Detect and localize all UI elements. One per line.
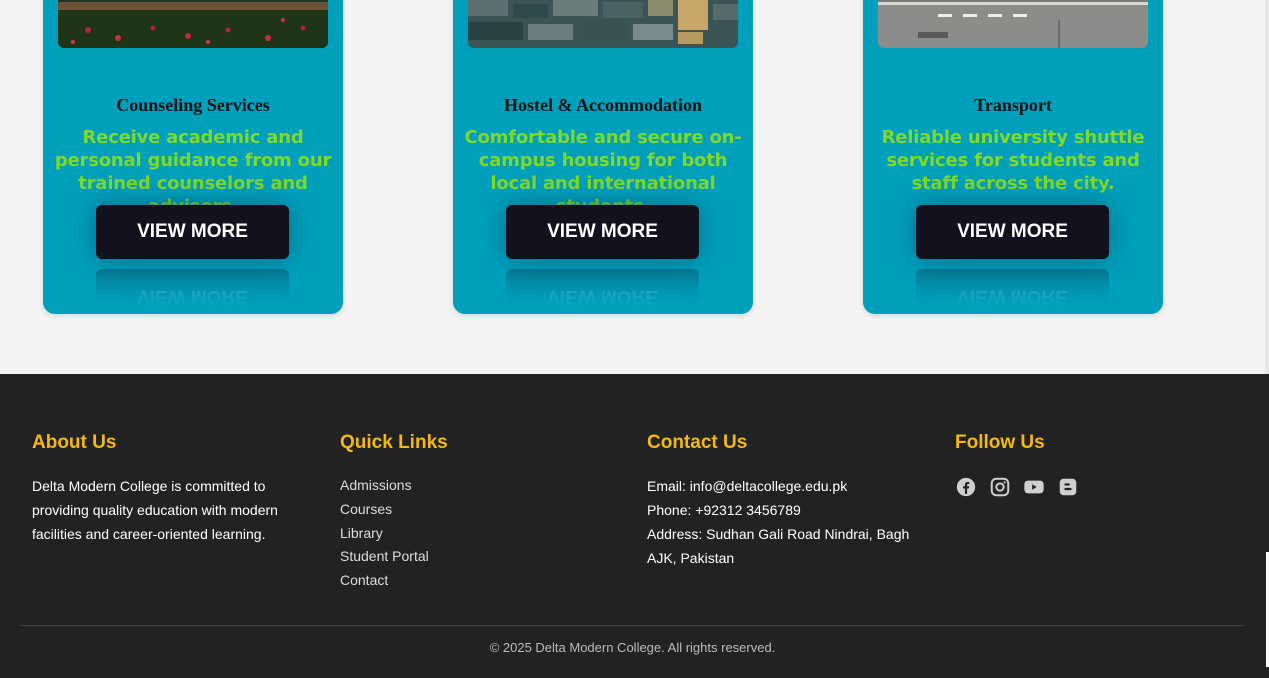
about-text: Delta Modern College is committed to pro… xyxy=(32,478,278,542)
button-reflection: VIEW MORE xyxy=(916,269,1109,314)
footer-heading-quick-links: Quick Links xyxy=(340,432,448,453)
services-section: Counseling Services Receive academic and… xyxy=(0,0,1265,374)
card-image-garden xyxy=(58,0,328,48)
contact-email: Email: info@deltacollege.edu.pk xyxy=(647,478,848,494)
footer-heading-contact: Contact Us xyxy=(647,432,748,453)
footer-heading-follow: Follow Us xyxy=(955,432,1045,453)
social-icons xyxy=(955,476,1215,498)
copyright-text: © 2025 Delta Modern College. All rights … xyxy=(489,640,776,655)
card-description: Reliable university shuttle services for… xyxy=(881,127,1145,194)
footer-link-library[interactable]: Library xyxy=(340,522,600,546)
facebook-icon[interactable] xyxy=(955,476,977,498)
view-more-button[interactable]: VIEW MORE xyxy=(916,205,1109,259)
footer-quick-links: Quick Links Admissions Courses Library S… xyxy=(340,432,600,593)
footer-divider xyxy=(20,625,1245,626)
view-more-button[interactable]: VIEW MORE xyxy=(96,205,289,259)
footer-link-student-portal[interactable]: Student Portal xyxy=(340,545,600,569)
footer-link-contact[interactable]: Contact xyxy=(340,569,600,593)
service-card-counseling: Counseling Services Receive academic and… xyxy=(43,0,343,314)
site-footer: About Us Delta Modern College is committ… xyxy=(0,374,1265,678)
card-title: Hostel & Accommodation xyxy=(504,95,702,115)
service-card-transport: Transport Reliable university shuttle se… xyxy=(863,0,1163,314)
youtube-icon[interactable] xyxy=(1023,476,1045,498)
footer-link-courses[interactable]: Courses xyxy=(340,498,600,522)
card-image-rooftops xyxy=(468,0,738,48)
footer-heading-about: About Us xyxy=(32,432,117,453)
contact-phone: Phone: +92312 3456789 xyxy=(647,502,801,518)
footer-link-admissions[interactable]: Admissions xyxy=(340,474,600,498)
blogger-icon[interactable] xyxy=(1057,476,1079,498)
footer-about: About Us Delta Modern College is committ… xyxy=(32,432,302,546)
card-title: Transport xyxy=(974,95,1052,115)
card-image-road xyxy=(878,0,1148,48)
instagram-icon[interactable] xyxy=(989,476,1011,498)
button-reflection: VIEW MORE xyxy=(96,269,289,314)
card-title: Counseling Services xyxy=(116,95,270,115)
view-more-button[interactable]: VIEW MORE xyxy=(506,205,699,259)
scrollbar-track[interactable] xyxy=(1265,0,1269,374)
button-reflection: VIEW MORE xyxy=(506,269,699,314)
footer-contact: Contact Us Email: info@deltacollege.edu.… xyxy=(647,432,927,570)
service-card-hostel: Hostel & Accommodation Comfortable and s… xyxy=(453,0,753,314)
contact-address: Address: Sudhan Gali Road Nindrai, Bagh … xyxy=(647,526,910,566)
footer-follow: Follow Us xyxy=(955,432,1215,498)
